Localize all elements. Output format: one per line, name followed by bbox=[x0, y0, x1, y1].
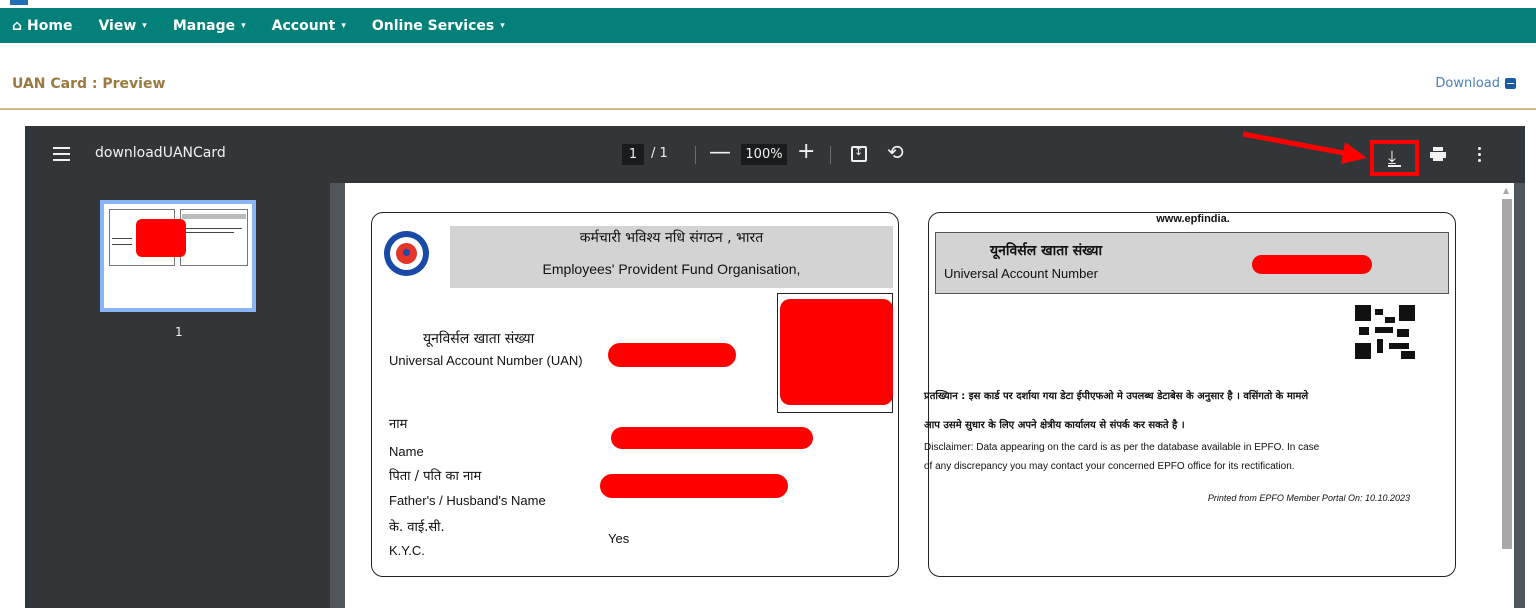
pdf-download-button[interactable]: ⤓ bbox=[1370, 140, 1419, 176]
zoom-in-icon[interactable]: + bbox=[797, 139, 815, 164]
pdf-page-area: कर्मचारी भविश्य नधि संगठन , भारत Employe… bbox=[330, 183, 1525, 608]
toolbar-divider bbox=[695, 146, 696, 164]
epfo-logo bbox=[384, 231, 429, 276]
uan-card-front: कर्मचारी भविश्य नधि संगठन , भारत Employe… bbox=[371, 212, 899, 577]
disclaimer-english-line2: of any discrepancy you may contact your … bbox=[924, 461, 1295, 472]
page-title: UAN Card : Preview bbox=[12, 76, 166, 92]
chevron-down-icon: ▾ bbox=[341, 20, 346, 31]
pdf-viewer: downloadUANCard 1 / 1 — 100% + ⟲ ⤓ bbox=[25, 126, 1525, 608]
thumbnail-line bbox=[112, 238, 132, 239]
document-title: downloadUANCard bbox=[95, 145, 226, 161]
kyc-label-english: K.Y.C. bbox=[389, 543, 425, 558]
thumbnail-line bbox=[184, 228, 242, 229]
printed-note: Printed from EPFO Member Portal On: 10.1… bbox=[1207, 493, 1410, 503]
toolbar-divider bbox=[830, 146, 831, 164]
vertical-scrollbar[interactable]: ▲ bbox=[1500, 183, 1514, 608]
nav-online-services-label: Online Services bbox=[371, 17, 495, 34]
pdf-toolbar: downloadUANCard 1 / 1 — 100% + ⟲ ⤓ bbox=[25, 126, 1525, 183]
nav-home[interactable]: ⌂ Home bbox=[12, 18, 72, 34]
name-label-english: Name bbox=[389, 444, 424, 459]
kyc-label-hindi: के. वाई.सी. bbox=[389, 520, 445, 535]
logo-mark bbox=[10, 0, 28, 5]
zoom-out-icon[interactable]: — bbox=[709, 140, 731, 165]
thumbnail-band bbox=[182, 214, 246, 219]
home-icon: ⌂ bbox=[12, 17, 23, 34]
scroll-up-icon[interactable]: ▲ bbox=[1503, 186, 1509, 195]
father-label-english: Father's / Husband's Name bbox=[389, 493, 546, 508]
nav-account[interactable]: Account ▾ bbox=[272, 18, 346, 34]
website-text: www.epfindia. bbox=[1156, 213, 1230, 225]
page-thumbnail[interactable] bbox=[100, 200, 256, 312]
nav-view[interactable]: View ▾ bbox=[98, 18, 146, 34]
zoom-input[interactable]: 100% bbox=[741, 144, 787, 165]
org-name-english: Employees' Provident Fund Organisation, bbox=[542, 261, 801, 277]
photo-redaction bbox=[780, 299, 893, 405]
thumbnail-redaction bbox=[136, 219, 186, 257]
download-icon-base bbox=[1388, 165, 1401, 167]
kyc-value: Yes bbox=[608, 531, 630, 546]
name-value-redaction bbox=[611, 427, 813, 449]
uan-value-redaction bbox=[1252, 255, 1372, 274]
father-value-redaction bbox=[600, 474, 788, 498]
nav-manage[interactable]: Manage ▾ bbox=[173, 18, 246, 34]
photo-frame bbox=[777, 293, 893, 413]
download-box-icon bbox=[1505, 78, 1516, 89]
menu-icon[interactable] bbox=[53, 147, 70, 161]
thumbnail-sidebar: 1 bbox=[25, 183, 330, 608]
download-link[interactable]: Download bbox=[1435, 76, 1516, 91]
qr-code bbox=[1355, 305, 1415, 359]
thumbnail-line bbox=[112, 244, 132, 245]
fit-page-icon[interactable] bbox=[851, 145, 867, 162]
page-total: / 1 bbox=[651, 146, 668, 161]
download-link-label: Download bbox=[1435, 76, 1500, 91]
chevron-down-icon: ▾ bbox=[241, 20, 246, 31]
uan-label-hindi: यूनविर्सल खाता संख्या bbox=[990, 243, 1103, 259]
chevron-down-icon: ▾ bbox=[142, 20, 147, 31]
disclaimer-hindi-line2: आप उसमे सुधार के लिए अपने क्षेत्रीय कार्… bbox=[924, 420, 1185, 431]
panel-header: UAN Card : Preview Download bbox=[0, 43, 1536, 110]
disclaimer-hindi-line1: प्रतख्यिान : इस कार्ड पर दर्शाया गया डेट… bbox=[924, 391, 1309, 402]
nav-home-label: Home bbox=[27, 17, 73, 34]
name-label-hindi: नाम bbox=[389, 417, 408, 432]
page-number-input[interactable]: 1 bbox=[622, 144, 644, 165]
thumbnail-line bbox=[184, 232, 234, 233]
more-options-icon[interactable] bbox=[1478, 147, 1482, 163]
uan-label-english: Universal Account Number (UAN) bbox=[389, 353, 583, 368]
annotation-arrow-icon bbox=[1242, 131, 1367, 164]
uan-label-hindi: यूनविर्सल खाता संख्या bbox=[423, 331, 535, 347]
card-header: कर्मचारी भविश्य नधि संगठन , भारत Employe… bbox=[450, 226, 893, 288]
print-icon[interactable] bbox=[1430, 147, 1446, 161]
nav-manage-label: Manage bbox=[172, 17, 236, 34]
scrollbar-thumb[interactable] bbox=[1502, 199, 1512, 549]
pdf-page: कर्मचारी भविश्य नधि संगठन , भारत Employe… bbox=[345, 183, 1505, 608]
nav-account-label: Account bbox=[271, 17, 336, 34]
rotate-icon[interactable]: ⟲ bbox=[887, 140, 904, 164]
nav-view-label: View bbox=[98, 17, 137, 34]
uan-label-english: Universal Account Number bbox=[944, 266, 1098, 281]
org-name-hindi: कर्मचारी भविश्य नधि संगठन , भारत bbox=[579, 230, 764, 246]
father-label-hindi: पिता / पति का नाम bbox=[389, 469, 482, 484]
card-back-header: यूनविर्सल खाता संख्या Universal Account … bbox=[935, 232, 1449, 294]
main-navbar: ⌂ Home View ▾ Manage ▾ Account ▾ Online … bbox=[0, 8, 1536, 43]
thumbnail-page-number: 1 bbox=[175, 325, 183, 339]
top-strip bbox=[0, 0, 1536, 8]
nav-online-services[interactable]: Online Services ▾ bbox=[372, 18, 505, 34]
uan-card-back: www.epfindia. यूनविर्सल खाता संख्या Univ… bbox=[924, 212, 1456, 577]
chevron-down-icon: ▾ bbox=[500, 20, 505, 31]
uan-value-redaction bbox=[608, 343, 736, 367]
disclaimer-english-line1: Disclaimer: Data appearing on the card i… bbox=[924, 442, 1320, 453]
